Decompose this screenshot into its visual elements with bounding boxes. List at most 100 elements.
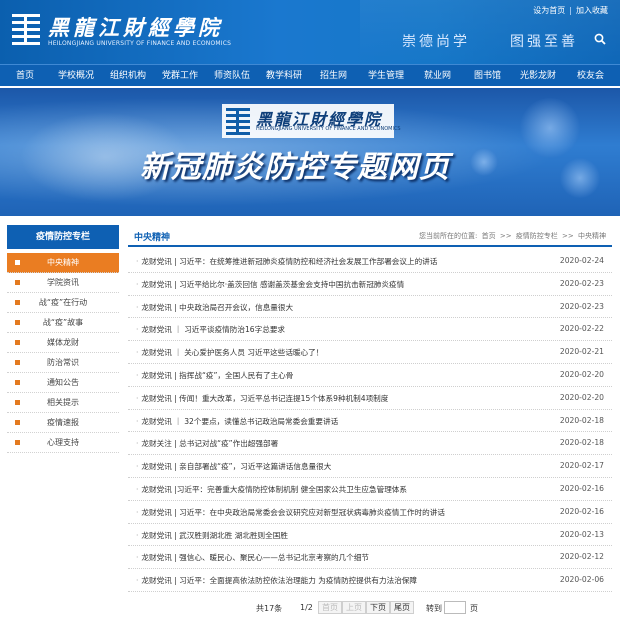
news-title-text[interactable]: 龙财党讯 |习近平：完善重大疫情防控体制机制 健全国家公共卫生应急管理体系: [141, 485, 407, 494]
news-title-text[interactable]: 龙财关注 | 总书记对战“疫”作出超强部署: [141, 439, 278, 448]
news-title[interactable]: · 龙财党讯 | 武汉胜则湖北胜 湖北胜则全国胜: [136, 530, 536, 541]
news-title[interactable]: · 龙财党讯 | 习近平：在中央政治局常委会会议研究应对新型冠状病毒肺炎疫情工作时…: [136, 507, 536, 518]
news-row[interactable]: · 龙财党讯 ｜ 32个要点，读懂总书记政治局常委会重要讲话 2020-02-18: [128, 410, 612, 433]
sidebar-item-reports[interactable]: 疫情速报: [7, 413, 119, 433]
sidebar-item-label: 相关提示: [47, 398, 79, 407]
nav-item-faculty[interactable]: 师资队伍: [214, 65, 250, 87]
nav-item-alumni[interactable]: 校友会: [577, 65, 604, 87]
nav-item-organization[interactable]: 组织机构: [110, 65, 146, 87]
nav-item-admissions[interactable]: 招生网: [320, 65, 347, 87]
news-title-text[interactable]: 龙财党讯 | 传闻！重大改革，习近平总书记连提15个体系9种机制4项制度: [141, 394, 388, 403]
news-title-text[interactable]: 龙财党讯 | 指挥战“疫”，全国人民有了主心骨: [141, 371, 293, 380]
nav-item-gallery[interactable]: 光影龙财: [520, 65, 556, 87]
news-row[interactable]: · 龙财党讯 | 亲自部署战“疫”，习近平这篇讲话信息量很大 2020-02-17: [128, 455, 612, 478]
news-title[interactable]: · 龙财党讯 | 习近平：在统筹推进新冠肺炎疫情防控和经济社会发展工作部署会议上的…: [136, 256, 536, 267]
sidebar-item-tips[interactable]: 相关提示: [7, 393, 119, 413]
sidebar-item-label: 学院资讯: [47, 278, 79, 287]
sidebar-item-psychology[interactable]: 心理支持: [7, 433, 119, 453]
news-date: 2020-02-06: [559, 575, 604, 585]
news-title[interactable]: · 龙财党讯 | 强信心、暖民心、聚民心——总书记北京考察的几个细节: [136, 552, 536, 563]
news-title-text[interactable]: 龙财党讯 | 亲自部署战“疫”，习近平这篇讲话信息量很大: [141, 462, 331, 471]
bullet-icon: [15, 400, 20, 405]
nav-item-research[interactable]: 教学科研: [266, 65, 302, 87]
news-date: 2020-02-17: [559, 461, 604, 471]
news-row[interactable]: · 龙财党讯 | 习近平：在中央政治局常委会会议研究应对新型冠状病毒肺炎疫情工作时…: [128, 501, 612, 524]
bullet-icon: ·: [136, 576, 139, 586]
nav-item-overview[interactable]: 学校概况: [58, 65, 94, 87]
bullet-icon: ·: [136, 393, 139, 403]
news-row[interactable]: · 龙财党讯 |习近平：完善重大疫情防控体制机制 健全国家公共卫生应急管理体系 20…: [128, 478, 612, 501]
news-title-text[interactable]: 龙财党讯 ｜ 32个要点，读懂总书记政治局常委会重要讲话: [141, 417, 338, 426]
breadcrumb-current[interactable]: 中央精神: [578, 232, 606, 240]
goto-page-input[interactable]: [444, 601, 466, 614]
bullet-icon: ·: [136, 257, 139, 266]
news-title[interactable]: · 龙财党讯 ｜ 习近平谈疫情防治16字总要求: [136, 324, 536, 335]
news-row[interactable]: · 龙财党讯 | 传闻！重大改革，习近平总书记连提15个体系9种机制4项制度 202…: [128, 387, 612, 410]
sidebar-item-in-action[interactable]: 战“疫”在行动: [7, 293, 119, 313]
bullet-icon: ·: [136, 507, 139, 517]
nav-item-library[interactable]: 图书馆: [474, 65, 501, 87]
news-row[interactable]: · 龙财党讯 | 中央政治局召开会议，信息量很大 2020-02-23: [128, 296, 612, 319]
bullet-icon: ·: [136, 279, 139, 289]
sidebar-item-media[interactable]: 媒体龙财: [7, 333, 119, 353]
bullet-icon: [15, 300, 20, 305]
sidebar-item-notices[interactable]: 通知公告: [7, 373, 119, 393]
add-favorite-link[interactable]: 加入收藏: [576, 6, 608, 15]
nav-item-employment[interactable]: 就业网: [424, 65, 451, 87]
news-title[interactable]: · 龙财党讯 ｜ 关心爱护医务人员 习近平这些话暖心了！: [136, 347, 536, 358]
news-title[interactable]: · 龙财党讯 | 亲自部署战“疫”，习近平这篇讲话信息量很大: [136, 461, 536, 472]
news-title-text[interactable]: 龙财党讯 | 习近平：在中央政治局常委会会议研究应对新型冠状病毒肺炎疫情工作时的…: [141, 508, 445, 517]
news-row[interactable]: · 龙财党讯 | 武汉胜则湖北胜 湖北胜则全国胜 2020-02-13: [128, 524, 612, 547]
news-row[interactable]: · 龙财党讯 | 习近平：在统筹推进新冠肺炎疫情防控和经济社会发展工作部署会议上的…: [128, 250, 612, 273]
news-title[interactable]: · 龙财党讯 | 习近平给比尔·盖茨回信 感谢盖茨基金会支持中国抗击新冠肺炎疫情: [136, 279, 536, 290]
sidebar-item-central-spirit[interactable]: 中央精神: [7, 253, 119, 273]
news-title[interactable]: · 龙财党讯 | 传闻！重大改革，习近平总书记连提15个体系9种机制4项制度: [136, 393, 536, 404]
goto-label: 转到: [426, 604, 442, 613]
school-name-cn[interactable]: 黑龍江財經學院: [48, 12, 223, 42]
news-title[interactable]: · 龙财党讯 | 习近平：全面提高依法防控依法治理能力 为疫情防控提供有力法治保障: [136, 575, 536, 586]
search-icon[interactable]: [594, 33, 606, 45]
news-title-text[interactable]: 龙财党讯 ｜ 关心爱护医务人员 习近平这些话暖心了！: [141, 348, 323, 357]
page-title: 中央精神: [134, 233, 171, 243]
news-title-text[interactable]: 龙财党讯 | 中央政治局召开会议，信息量很大: [141, 303, 293, 312]
sidebar-item-prevention[interactable]: 防治常识: [7, 353, 119, 373]
sidebar-item-stories[interactable]: 战“疫”故事: [7, 313, 119, 333]
news-title-text[interactable]: 龙财党讯 | 习近平：在统筹推进新冠肺炎疫情防控和经济社会发展工作部署会议上的讲…: [141, 257, 437, 266]
bullet-icon: ·: [136, 370, 139, 380]
sidebar-item-label: 战“疫”在行动: [38, 298, 88, 307]
news-title[interactable]: · 龙财党讯 | 指挥战“疫”，全国人民有了主心骨: [136, 370, 536, 381]
logo-icon[interactable]: [12, 14, 40, 46]
bullet-icon: [15, 420, 20, 425]
bullet-icon: ·: [136, 416, 139, 426]
news-row[interactable]: · 龙财党讯 ｜ 习近平谈疫情防治16字总要求 2020-02-22: [128, 318, 612, 342]
first-page-button[interactable]: 首页: [318, 601, 342, 614]
news-date: 2020-02-18: [559, 415, 604, 425]
next-page-button[interactable]: 下页: [366, 601, 390, 614]
news-title[interactable]: · 龙财党讯 |习近平：完善重大疫情防控体制机制 健全国家公共卫生应急管理体系: [136, 484, 536, 495]
breadcrumb-section[interactable]: 疫情防控专栏: [516, 232, 558, 240]
news-title-text[interactable]: 龙财党讯 | 武汉胜则湖北胜 湖北胜则全国胜: [141, 531, 288, 540]
news-title[interactable]: · 龙财关注 | 总书记对战“疫”作出超强部署: [136, 438, 536, 449]
news-title-text[interactable]: 龙财党讯 | 强信心、暖民心、聚民心——总书记北京考察的几个细节: [141, 553, 369, 562]
news-row[interactable]: · 龙财党讯 | 习近平给比尔·盖茨回信 感谢盖茨基金会支持中国抗击新冠肺炎疫情 2…: [128, 273, 612, 296]
news-title[interactable]: · 龙财党讯 ｜ 32个要点，读懂总书记政治局常委会重要讲话: [136, 416, 536, 427]
nav-item-student-affairs[interactable]: 学生管理: [368, 65, 404, 87]
news-row[interactable]: · 龙财党讯 | 强信心、暖民心、聚民心——总书记北京考察的几个细节 2020-02…: [128, 546, 612, 570]
news-row[interactable]: · 龙财党讯 ｜ 关心爱护医务人员 习近平这些话暖心了！ 2020-02-21: [128, 341, 612, 364]
last-page-button[interactable]: 尾页: [390, 601, 414, 614]
nav-item-home[interactable]: 首页: [16, 65, 34, 87]
prev-page-button[interactable]: 上页: [342, 601, 366, 614]
set-homepage-link[interactable]: 设为首页: [533, 6, 565, 15]
sidebar-item-college-news[interactable]: 学院资讯: [7, 273, 119, 293]
news-row[interactable]: · 龙财党讯 | 习近平：全面提高依法防控依法治理能力 为疫情防控提供有力法治保障…: [128, 569, 612, 592]
news-row[interactable]: · 龙财党讯 | 指挥战“疫”，全国人民有了主心骨 2020-02-20: [128, 364, 612, 387]
news-title-text[interactable]: 龙财党讯 ｜ 习近平谈疫情防治16字总要求: [141, 325, 285, 334]
bullet-icon: ·: [136, 348, 139, 358]
news-title[interactable]: · 龙财党讯 | 中央政治局召开会议，信息量很大: [136, 302, 536, 313]
news-title-text[interactable]: 龙财党讯 | 习近平给比尔·盖茨回信 感谢盖茨基金会支持中国抗击新冠肺炎疫情: [141, 280, 404, 289]
news-row[interactable]: · 龙财关注 | 总书记对战“疫”作出超强部署 2020-02-18: [128, 432, 612, 456]
nav-item-party-work[interactable]: 党群工作: [162, 65, 198, 87]
breadcrumb-home[interactable]: 首页: [482, 232, 496, 240]
pager-total: 共17条: [256, 604, 283, 613]
news-title-text[interactable]: 龙财党讯 | 习近平：全面提高依法防控依法治理能力 为疫情防控提供有力法治保障: [141, 576, 417, 585]
